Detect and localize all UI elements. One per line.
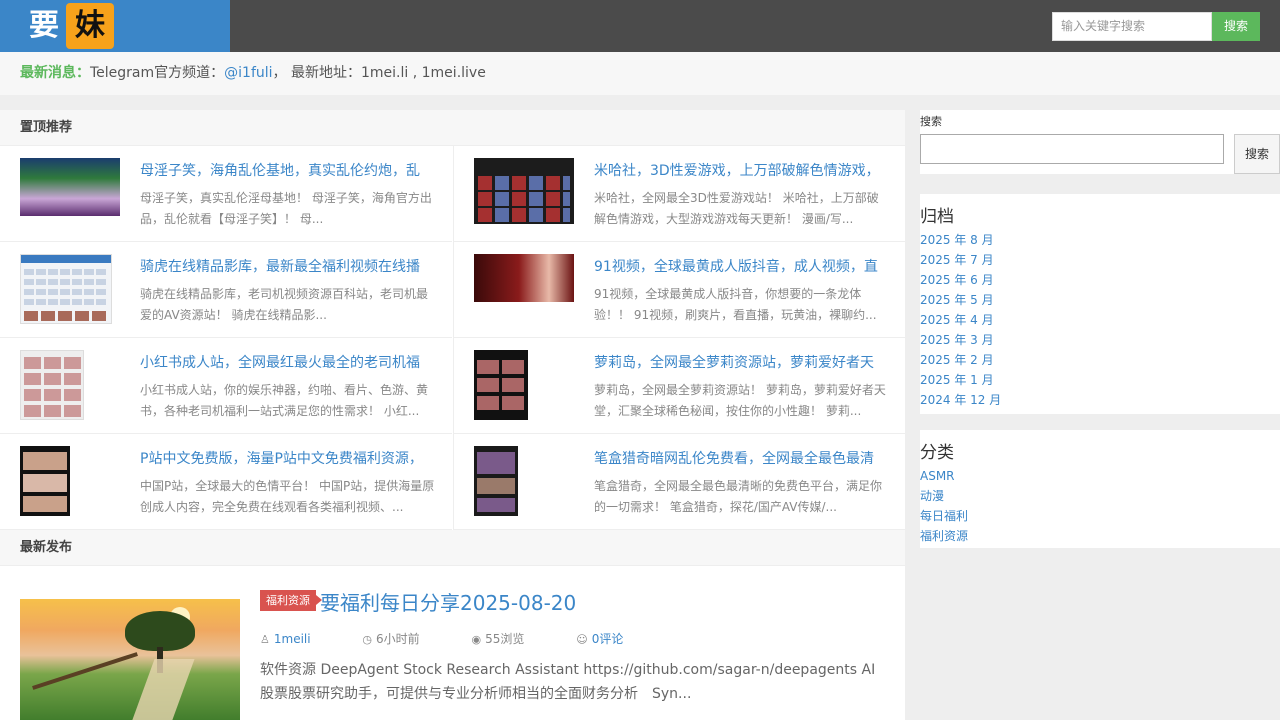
featured-item[interactable]: 米哈社，3D性爱游戏，上万部破解色情游戏， 米哈社，全网最全3D性爱游戏站！ 米… [453,146,905,242]
logo-char-2: 妹 [66,3,114,49]
notice-separator: , [408,65,422,81]
featured-item[interactable]: 萝莉岛，全网最全萝莉资源站，萝莉爱好者天 萝莉岛，全网最全萝莉资源站！ 萝莉岛，… [453,338,905,434]
header-search-button[interactable]: 搜索 [1212,12,1260,41]
featured-desc: 母淫子笑，真实乱伦淫母基地！ 母淫子笑，海角官方出品，乱伦就看【母淫子笑】！ 母… [140,191,432,226]
post-meta: ♙ 1meili ◷ 6小时前 ◉ 55浏览 ☺ 0评论 [260,630,671,647]
featured-title[interactable]: 母淫子笑，海角乱伦基地，真实乱伦约炮，乱 [140,160,430,180]
featured-title[interactable]: 小红书成人站，全网最红最火最全的老司机福 [140,352,430,372]
category-link[interactable]: 动漫 [920,486,1280,506]
telegram-link[interactable]: @i1fuli [224,65,272,81]
post-author-name[interactable]: 1meili [274,632,311,646]
featured-desc: 中国P站，全球最大的色情平台！ 中国P站，提供海量原创成人内容，完全免费在线观看… [140,479,435,514]
featured-thumbnail[interactable] [474,446,518,516]
featured-item[interactable]: 骑虎在线精品影库，最新最全福利视频在线播 骑虎在线精品影库，老司机视频资源百科站… [0,242,452,338]
featured-desc: 骑虎在线精品影库，老司机视频资源百科站，老司机最爱的AV资源站！ 骑虎在线精品影… [140,287,429,322]
archive-link[interactable]: 2025 年 7 月 [920,250,1280,270]
featured-desc: 小红书成人站，你的娱乐神器，约啪、看片、色游、黄书，各种老司机福利一站式满足您的… [140,383,429,418]
header-search-input[interactable]: 输入关键字搜索 [1052,12,1212,41]
archive-link[interactable]: 2025 年 5 月 [920,290,1280,310]
category-link[interactable]: 每日福利 [920,506,1280,526]
archive-link[interactable]: 2025 年 2 月 [920,350,1280,370]
sidebar-search-input[interactable] [920,134,1224,164]
sidebar-search-label: 搜索 [920,115,942,128]
post-thumbnail[interactable] [20,599,240,720]
featured-title[interactable]: 米哈社，3D性爱游戏，上万部破解色情游戏， [594,160,884,180]
featured-heading: 置顶推荐 [0,110,905,146]
featured-item[interactable]: 小红书成人站，全网最红最火最全的老司机福 小红书成人站，你的娱乐神器，约啪、看片… [0,338,452,434]
featured-desc: 萝莉岛，全网最全萝莉资源站！ 萝莉岛，萝莉爱好者天堂，汇聚全球稀色秘闻，按住你的… [594,383,886,418]
archive-list: 2025 年 8 月 2025 年 7 月 2025 年 6 月 2025 年 … [920,230,1280,410]
featured-grid: 母淫子笑，海角乱伦基地，真实乱伦约炮，乱 母淫子笑，真实乱伦淫母基地！ 母淫子笑… [0,146,905,530]
featured-desc: 笔盒猎奇，全网最全最色最清晰的免费色平台，满足你的一切需求！ 笔盒猎奇，探花/国… [594,479,883,514]
post-views: ◉ 55浏览 [472,630,549,647]
logo-char-1: 要 [29,8,59,43]
featured-thumbnail[interactable] [474,254,574,302]
archive-title: 归档 [920,207,954,227]
featured-thumbnail[interactable] [474,158,574,224]
comment-icon: ☺ [576,633,588,646]
site-header: 要 妹 输入关键字搜索 搜索 [0,0,1280,52]
sidebar-search-widget: 搜索 搜索 [920,110,1280,174]
archive-link[interactable]: 2025 年 8 月 [920,230,1280,250]
post-item: 福利资源 要福利每日分享2025-08-20 ♙ 1meili ◷ 6小时前 ◉ 55… [0,566,905,720]
category-widget: 分类 ASMR 动漫 每日福利 福利资源 [920,430,1280,548]
category-link[interactable]: ASMR [920,466,1280,486]
category-link[interactable]: 福利资源 [920,526,1280,546]
post-author[interactable]: ♙ 1meili [260,632,335,646]
featured-thumbnail[interactable] [20,446,70,516]
featured-title[interactable]: 萝莉岛，全网最全萝莉资源站，萝莉爱好者天 [594,352,884,372]
post-excerpt: 软件资源 DeepAgent Stock Research Assistant … [260,662,876,702]
featured-item[interactable]: 母淫子笑，海角乱伦基地，真实乱伦约炮，乱 母淫子笑，真实乱伦淫母基地！ 母淫子笑… [0,146,452,242]
featured-thumbnail[interactable] [20,350,84,420]
clock-icon: ◷ [362,633,373,646]
post-views-text: 55浏览 [485,632,525,646]
featured-desc: 米哈社，全网最全3D性爱游戏站！ 米哈社，上万部破解色情游戏，大型游戏游戏每天更… [594,191,879,226]
featured-item[interactable]: 笔盒猎奇暗网乱伦免费看，全网最全最色最清 笔盒猎奇，全网最全最色最清晰的免费色平… [453,434,905,530]
post-comments[interactable]: ☺ 0评论 [576,630,647,647]
featured-title[interactable]: 笔盒猎奇暗网乱伦免费看，全网最全最色最清 [594,448,884,468]
post-time: ◷ 6小时前 [362,630,443,647]
category-title: 分类 [920,443,954,463]
featured-thumbnail[interactable] [20,254,112,324]
category-list: ASMR 动漫 每日福利 福利资源 [920,466,1280,546]
archive-link[interactable]: 2024 年 12 月 [920,390,1280,410]
post-time-text: 6小时前 [376,632,420,646]
address-link-1[interactable]: 1mei.li [361,65,408,81]
notice-text-telegram: Telegram官方频道： [90,65,225,81]
notice-label: 最新消息： [20,65,90,81]
archive-link[interactable]: 2025 年 4 月 [920,310,1280,330]
news-notice: 最新消息：Telegram官方频道：@i1fuli， 最新地址：1mei.li … [0,52,1280,95]
featured-desc: 91视频，全球最黄成人版抖音，你想要的一条龙体验！！ 91视频，刷爽片，看直播，… [594,287,877,322]
featured-title[interactable]: P站中文免费版，海量P站中文免费福利资源， [140,448,430,468]
user-icon: ♙ [260,633,270,646]
main-content: 置顶推荐 母淫子笑，海角乱伦基地，真实乱伦约炮，乱 母淫子笑，真实乱伦淫母基地！… [0,110,905,720]
post-comments-text[interactable]: 0评论 [592,630,624,647]
sidebar-search-button[interactable]: 搜索 [1234,134,1280,174]
featured-thumbnail[interactable] [474,350,528,420]
notice-text-address: ， 最新地址： [272,65,361,81]
eye-icon: ◉ [471,633,482,646]
latest-heading: 最新发布 [0,530,905,566]
post-category-badge[interactable]: 福利资源 [260,590,322,611]
featured-thumbnail[interactable] [20,158,120,216]
archive-link[interactable]: 2025 年 3 月 [920,330,1280,350]
post-title[interactable]: 要福利每日分享2025-08-20 [320,587,576,616]
archive-widget: 归档 2025 年 8 月 2025 年 7 月 2025 年 6 月 2025… [920,194,1280,414]
site-logo[interactable]: 要 妹 [0,0,230,52]
featured-title[interactable]: 91视频，全球最黄成人版抖音，成人视频，直 [594,256,884,276]
featured-item[interactable]: P站中文免费版，海量P站中文免费福利资源， 中国P站，全球最大的色情平台！ 中国… [0,434,452,530]
featured-item[interactable]: 91视频，全球最黄成人版抖音，成人视频，直 91视频，全球最黄成人版抖音，你想要… [453,242,905,338]
archive-link[interactable]: 2025 年 1 月 [920,370,1280,390]
featured-title[interactable]: 骑虎在线精品影库，最新最全福利视频在线播 [140,256,430,276]
archive-link[interactable]: 2025 年 6 月 [920,270,1280,290]
address-link-2[interactable]: 1mei.live [422,65,486,81]
